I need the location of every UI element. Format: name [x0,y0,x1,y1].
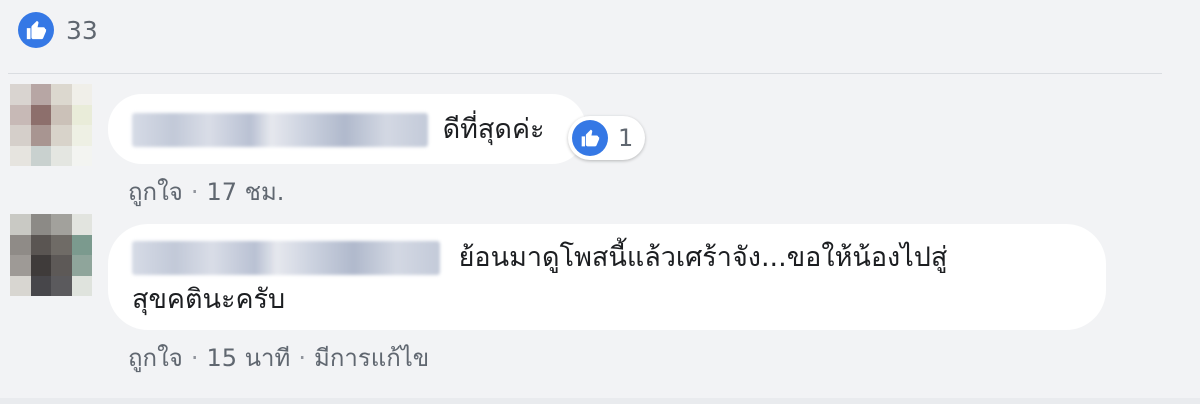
reaction-count: 1 [618,124,634,152]
comment-bubble: ดีที่สุดค่ะ [108,94,586,164]
divider [8,73,1162,74]
comment-text-line-1: ย้อนมาดูโพสนี้แล้วเศร้าจัง...ขอให้น้องไป… [458,241,948,273]
comment-actions: ถูกใจ · 17 ชม. [128,172,284,211]
comment-bubble: ย้อนมาดูโพสนี้แล้วเศร้าจัง...ขอให้น้องไป… [108,224,1106,330]
like-link[interactable]: ถูกใจ [128,172,183,211]
commenter-name[interactable] [132,240,440,275]
edited-label[interactable]: มีการแก้ไข [314,338,429,377]
thumbs-up-icon [18,12,54,48]
bottom-border [0,398,1200,404]
like-link[interactable]: ถูกใจ [128,338,183,377]
post-reaction-summary[interactable]: 33 [18,12,98,48]
timestamp[interactable]: 15 นาที [206,338,290,377]
comment-reaction-count[interactable]: 1 [568,116,646,160]
avatar[interactable] [10,214,92,296]
separator: · [190,178,199,206]
separator: · [298,344,306,372]
comment-text-line-2: สุขคตินะครับ [132,283,286,315]
comment-text: ดีที่สุดค่ะ [442,113,545,145]
commenter-name[interactable] [132,112,428,147]
timestamp[interactable]: 17 ชม. [206,172,284,211]
separator: · [190,344,199,372]
comment-actions: ถูกใจ · 15 นาที · มีการแก้ไข [128,338,429,377]
post-like-count: 33 [66,15,98,45]
thumbs-up-icon [572,120,608,156]
avatar[interactable] [10,84,92,166]
